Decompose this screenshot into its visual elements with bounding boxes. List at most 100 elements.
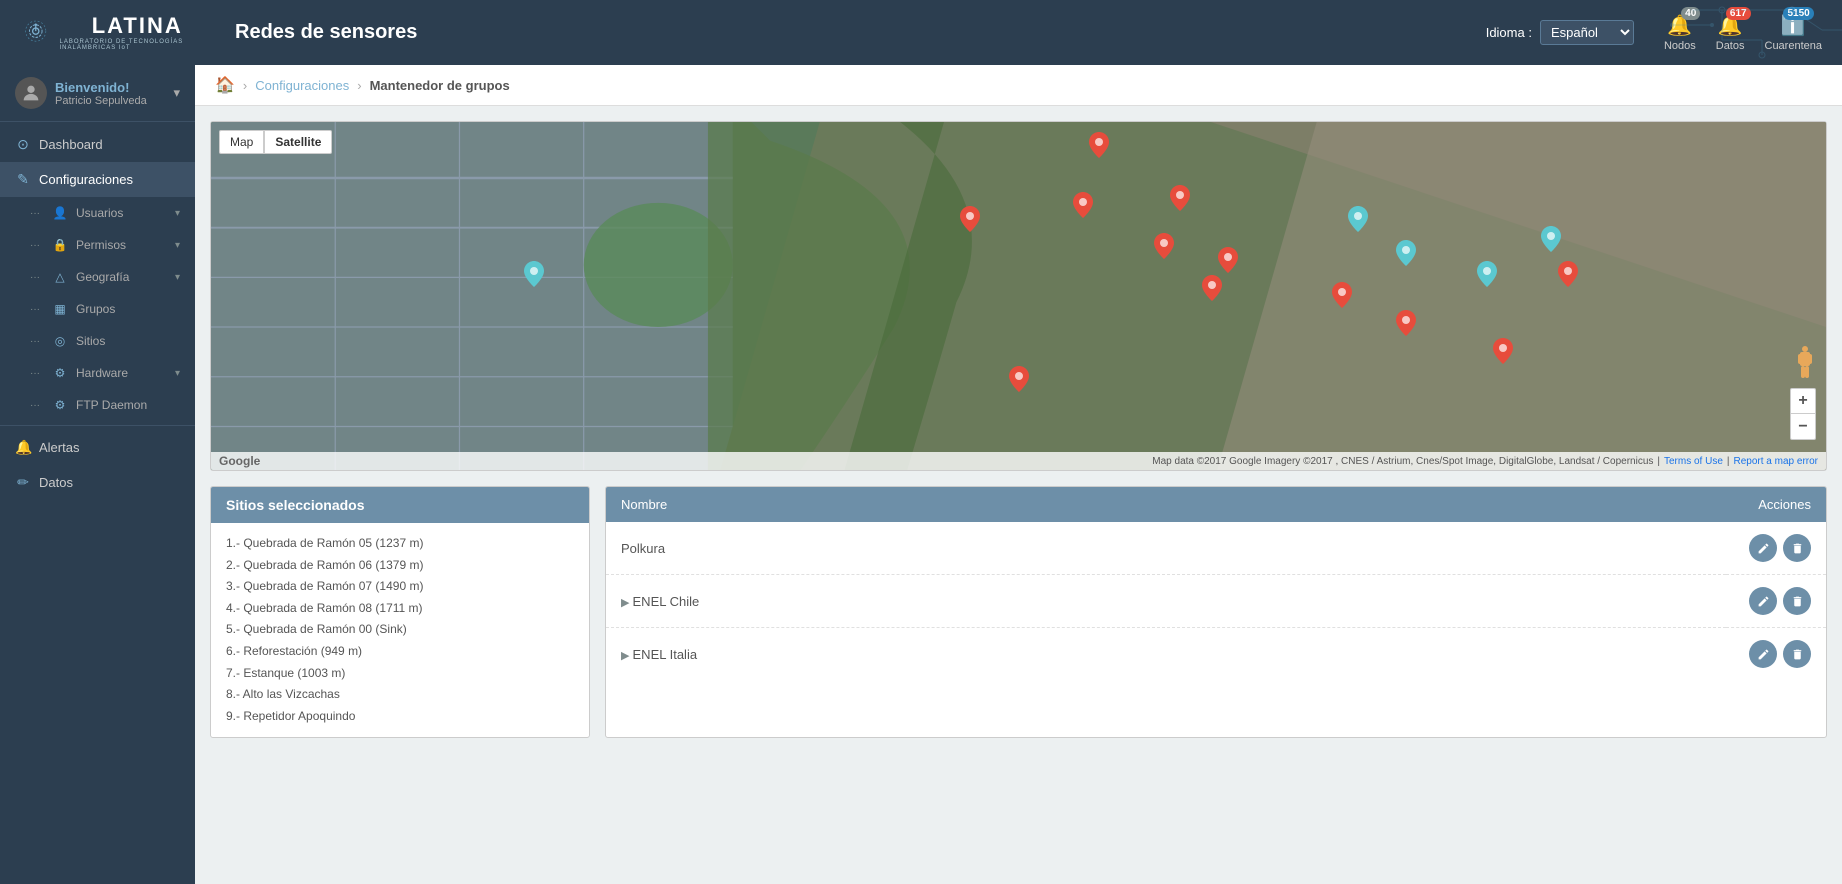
map-pegman-icon[interactable] bbox=[1794, 346, 1816, 388]
username-text: Patricio Sepulveda bbox=[55, 95, 147, 107]
logo-area: LATINA LABORATORIO DE TECNOLOGÍAS INALÁM… bbox=[20, 13, 215, 53]
map-container[interactable]: Map Satellite bbox=[210, 121, 1827, 471]
sidebar-item-dashboard[interactable]: ⊙ Dashboard bbox=[0, 127, 195, 162]
groups-table: Nombre Acciones Polkura bbox=[606, 487, 1826, 680]
sidebar-item-permisos[interactable]: ··· 🔒 Permisos ▾ bbox=[0, 229, 195, 261]
sites-list: 1.- Quebrada de Ramón 05 (1237 m) 2.- Qu… bbox=[211, 523, 589, 737]
table-row: ENEL Chile bbox=[606, 575, 1826, 628]
group-edit-button-polkura[interactable] bbox=[1749, 534, 1777, 562]
group-name-enel-italia[interactable]: ENEL Italia bbox=[621, 647, 697, 662]
map-pin-red-9[interactable] bbox=[1493, 338, 1513, 367]
sitios-icon: ◎ bbox=[52, 334, 68, 348]
configuraciones-icon: ✎ bbox=[15, 171, 31, 188]
hardware-arrow-icon: ▾ bbox=[175, 368, 180, 379]
map-pin-red-7[interactable] bbox=[1202, 275, 1222, 304]
sidebar-item-geografia[interactable]: ··· △ Geografía ▾ bbox=[0, 261, 195, 293]
group-delete-button-enel-italia[interactable] bbox=[1783, 640, 1811, 668]
table-row: Polkura bbox=[606, 522, 1826, 575]
breadcrumb: 🏠 › Configuraciones › Mantenedor de grup… bbox=[195, 65, 1842, 106]
map-type-map-button[interactable]: Map bbox=[219, 130, 264, 154]
user-info: Bienvenido! Patricio Sepulveda ▾ bbox=[0, 65, 195, 122]
sidebar-item-hardware[interactable]: ··· ⚙ Hardware ▾ bbox=[0, 357, 195, 389]
site-item: 9.- Repetidor Apoquindo bbox=[226, 706, 574, 728]
map-pin-cyan-4[interactable] bbox=[1477, 261, 1497, 290]
sidebar-item-label: Dashboard bbox=[39, 137, 103, 152]
map-pin-red-6[interactable] bbox=[1218, 247, 1238, 276]
content-area: 🏠 › Configuraciones › Mantenedor de grup… bbox=[195, 65, 1842, 884]
map-pin-red-4[interactable] bbox=[1170, 185, 1190, 214]
map-zoom-out-button[interactable]: − bbox=[1790, 414, 1816, 440]
sidebar-item-grupos[interactable]: ··· ▦ Grupos bbox=[0, 293, 195, 325]
map-pin-cyan-2[interactable] bbox=[1348, 206, 1368, 235]
sites-panel-header: Sitios seleccionados bbox=[211, 487, 589, 523]
site-item: 3.- Quebrada de Ramón 07 (1490 m) bbox=[226, 576, 574, 598]
map-pin-red-8[interactable] bbox=[1396, 310, 1416, 339]
group-delete-button-enel-chile[interactable] bbox=[1783, 587, 1811, 615]
site-item: 8.- Alto las Vizcachas bbox=[226, 684, 574, 706]
welcome-text: Bienvenido! bbox=[55, 80, 147, 95]
map-zoom-in-button[interactable]: + bbox=[1790, 388, 1816, 414]
group-edit-button-enel-chile[interactable] bbox=[1749, 587, 1777, 615]
site-item: 5.- Quebrada de Ramón 00 (Sink) bbox=[226, 619, 574, 641]
map-pin-cyan-5[interactable] bbox=[1541, 226, 1561, 255]
map-pin-red-12[interactable] bbox=[1009, 366, 1029, 395]
language-label: Idioma : bbox=[1486, 25, 1532, 40]
user-expand-icon[interactable]: ▾ bbox=[173, 85, 180, 101]
nav-separator-1 bbox=[0, 425, 195, 426]
breadcrumb-configuraciones[interactable]: Configuraciones bbox=[255, 78, 349, 93]
permisos-icon: 🔒 bbox=[52, 238, 68, 252]
sidebar-item-datos[interactable]: ✏ Datos bbox=[0, 465, 195, 500]
map-pin-red-2[interactable] bbox=[960, 206, 980, 235]
group-name-polkura: Polkura bbox=[621, 541, 665, 556]
sidebar-item-alertas[interactable]: 🔔 Alertas bbox=[0, 430, 195, 465]
breadcrumb-sep-2: › bbox=[357, 78, 361, 93]
logo-icon bbox=[20, 13, 52, 53]
sidebar-item-label: Configuraciones bbox=[39, 172, 133, 187]
sidebar-item-ftp[interactable]: ··· ⚙ FTP Daemon bbox=[0, 389, 195, 421]
map-data-text: Map data ©2017 Google Imagery ©2017 , CN… bbox=[1152, 456, 1653, 467]
table-row: ENEL Italia bbox=[606, 628, 1826, 681]
terms-of-use-link[interactable]: Terms of Use bbox=[1664, 456, 1723, 467]
map-pin-red-11[interactable] bbox=[1558, 261, 1578, 290]
group-name-enel-chile[interactable]: ENEL Chile bbox=[621, 594, 699, 609]
sidebar-item-label: Hardware bbox=[76, 366, 128, 380]
sidebar-item-usuarios[interactable]: ··· 👤 Usuarios ▾ bbox=[0, 197, 195, 229]
language-select[interactable]: Español English Português bbox=[1540, 20, 1634, 45]
map-type-controls: Map Satellite bbox=[219, 130, 332, 154]
site-item: 1.- Quebrada de Ramón 05 (1237 m) bbox=[226, 533, 574, 555]
map-pin-red-10[interactable] bbox=[1332, 282, 1352, 311]
report-map-error-link[interactable]: Report a map error bbox=[1734, 456, 1818, 467]
group-actions bbox=[1741, 587, 1811, 615]
map-pin-cyan-1[interactable] bbox=[524, 261, 544, 290]
map-pin-red-5[interactable] bbox=[1154, 233, 1174, 262]
geografia-icon: △ bbox=[52, 270, 68, 284]
group-delete-button-polkura[interactable] bbox=[1783, 534, 1811, 562]
breadcrumb-home-icon[interactable]: 🏠 bbox=[215, 75, 235, 95]
map-attribution: Google Map data ©2017 Google Imagery ©20… bbox=[211, 452, 1826, 470]
sidebar-item-label: Grupos bbox=[76, 302, 115, 316]
sidebar-item-label: Geografía bbox=[76, 270, 129, 284]
grupos-icon: ▦ bbox=[52, 302, 68, 316]
sidebar: Bienvenido! Patricio Sepulveda ▾ ⊙ Dashb… bbox=[0, 65, 195, 884]
group-edit-button-enel-italia[interactable] bbox=[1749, 640, 1777, 668]
map-view: Map Satellite bbox=[211, 122, 1826, 470]
sidebar-item-label: FTP Daemon bbox=[76, 398, 147, 412]
site-item: 4.- Quebrada de Ramón 08 (1711 m) bbox=[226, 598, 574, 620]
circuit-decoration bbox=[1642, 0, 1842, 65]
site-item: 7.- Estanque (1003 m) bbox=[226, 663, 574, 685]
bottom-section: Sitios seleccionados 1.- Quebrada de Ram… bbox=[210, 486, 1827, 738]
map-background bbox=[211, 122, 1826, 470]
hardware-icon: ⚙ bbox=[52, 366, 68, 380]
user-avatar bbox=[15, 77, 47, 109]
map-pin-red-3[interactable] bbox=[1073, 192, 1093, 221]
dashboard-icon: ⊙ bbox=[15, 136, 31, 153]
site-item: 6.- Reforestación (949 m) bbox=[226, 641, 574, 663]
map-type-satellite-button[interactable]: Satellite bbox=[264, 130, 332, 154]
map-pin-red-1[interactable] bbox=[1089, 132, 1109, 161]
sidebar-item-configuraciones[interactable]: ✎ Configuraciones bbox=[0, 162, 195, 197]
sidebar-item-label: Sitios bbox=[76, 334, 105, 348]
map-pin-cyan-3[interactable] bbox=[1396, 240, 1416, 269]
sidebar-item-sitios[interactable]: ··· ◎ Sitios bbox=[0, 325, 195, 357]
nav-section: ⊙ Dashboard ✎ Configuraciones ··· 👤 Usua… bbox=[0, 122, 195, 505]
site-item: 2.- Quebrada de Ramón 06 (1379 m) bbox=[226, 555, 574, 577]
